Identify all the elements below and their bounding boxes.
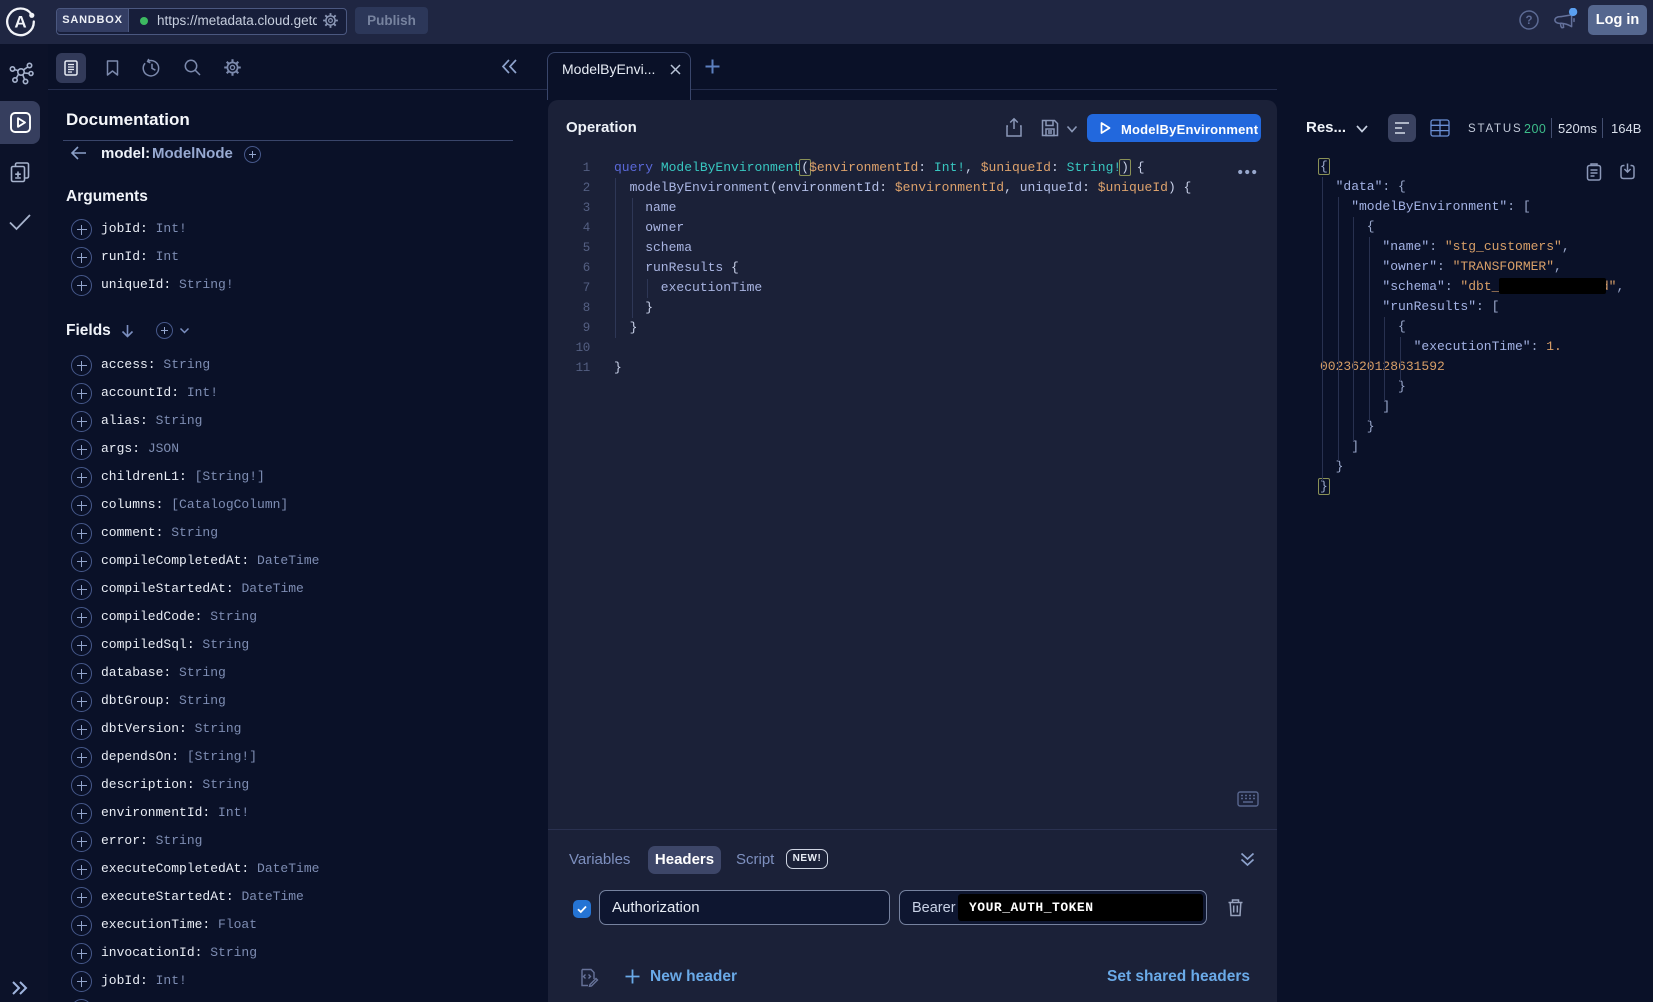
svg-text:?: ? [1525, 15, 1532, 27]
svg-text:A: A [14, 13, 26, 32]
